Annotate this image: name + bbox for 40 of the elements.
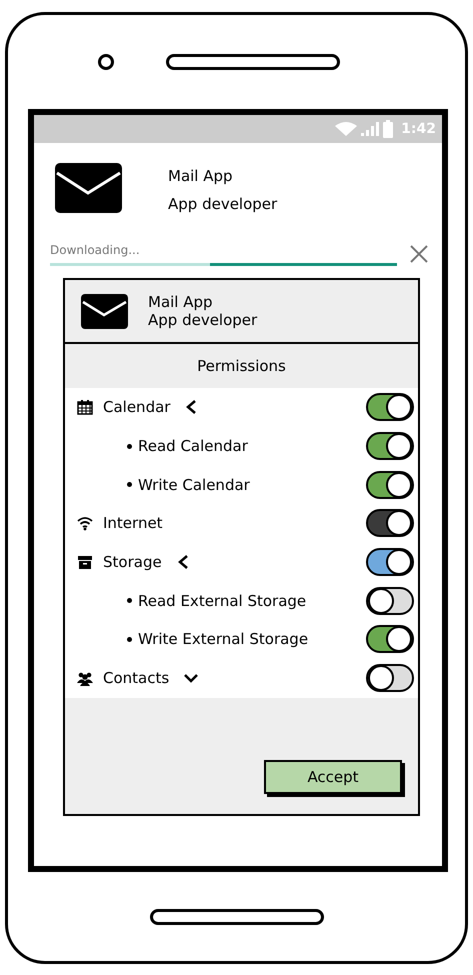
toggle-switch[interactable] [366,586,414,615]
permission-label: Write External Storage [138,630,308,648]
app-name: Mail App [168,167,234,185]
bullet-icon [127,636,132,642]
permission-label: Storage [103,553,162,572]
download-status: Downloading... [50,243,141,257]
permission-label: Contacts [103,669,170,688]
app-developer: App developer [168,195,278,213]
signal-icon [361,122,380,136]
toggle-switch[interactable] [366,470,414,499]
close-icon[interactable] [409,244,429,264]
permission-label: Calendar [103,398,170,416]
camera-icon [98,54,114,70]
speaker-icon [166,54,340,70]
bullet-icon [127,482,132,488]
toggle-switch[interactable] [366,393,414,422]
toggle-switch[interactable] [366,548,414,576]
permission-label: Read External Storage [138,592,306,610]
archive-box-icon [77,554,93,570]
wifi-icon [77,515,93,532]
envelope-icon [81,294,128,328]
accept-button[interactable]: Accept [264,760,402,794]
bullet-icon [127,444,132,449]
toggle-switch[interactable] [366,509,414,538]
toggle-switch[interactable] [366,432,414,460]
home-button[interactable] [150,908,324,924]
permission-label: Internet [103,514,163,532]
toggle-switch[interactable] [366,664,414,692]
people-icon [77,670,93,686]
toggle-switch[interactable] [366,625,414,654]
app-name: Mail App [148,293,214,311]
envelope-icon [55,163,122,213]
permission-label: Write Calendar [138,476,250,494]
bullet-icon [127,598,132,604]
wifi-icon [335,122,358,136]
battery-icon [383,120,394,138]
app-developer: App developer [148,311,258,329]
calendar-icon [77,399,93,416]
permission-label: Read Calendar [138,437,248,456]
dialog-title: Permissions [196,356,287,377]
